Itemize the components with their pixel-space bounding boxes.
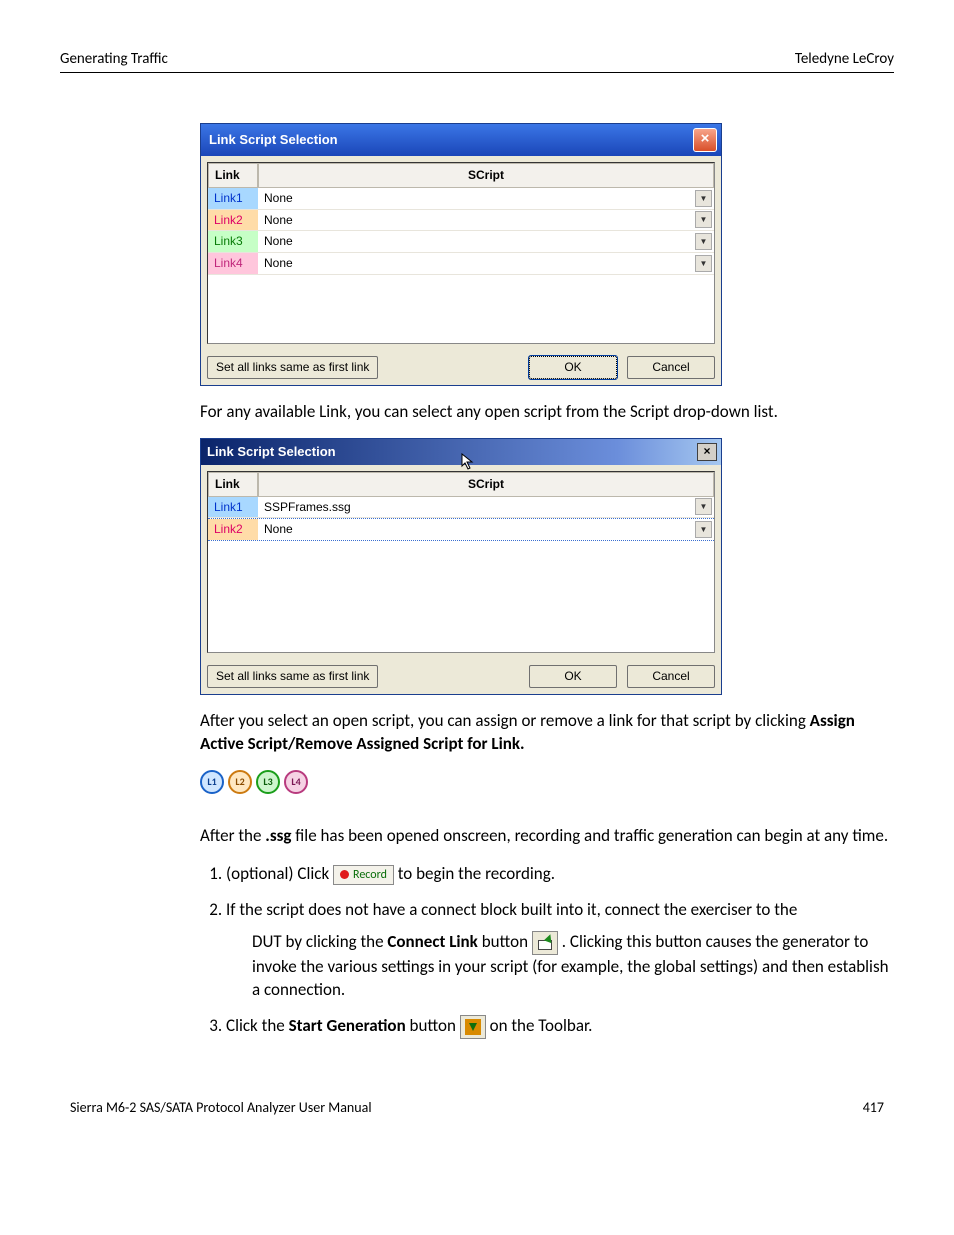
script-value: None <box>264 521 293 538</box>
start-generation-button[interactable] <box>460 1015 486 1039</box>
grid-row: Link1 SSPFrames.ssg ▼ <box>208 497 714 519</box>
dialog-titlebar[interactable]: Link Script Selection × <box>201 439 721 465</box>
steps-list: (optional) Click Record to begin the rec… <box>200 862 894 1039</box>
col-link: Link <box>208 163 258 188</box>
link1-badge-icon[interactable]: L1 <box>200 770 224 794</box>
set-all-links-button[interactable]: Set all links same as first link <box>207 665 378 688</box>
link-tag: Link1 <box>208 188 258 209</box>
link4-badge-icon[interactable]: L4 <box>284 770 308 794</box>
script-value: None <box>264 212 293 229</box>
grid-row: Link2 None ▼ <box>208 518 714 541</box>
dialog-button-row: Set all links same as first link OK Canc… <box>201 350 721 385</box>
link-script-grid: Link SCript Link1 None ▼ Link2 None <box>207 162 715 344</box>
footer-title: Sierra M6-2 SAS/SATA Protocol Analyzer U… <box>70 1099 372 1116</box>
link-tag: Link2 <box>208 210 258 231</box>
set-all-links-button[interactable]: Set all links same as first link <box>207 356 378 379</box>
chevron-down-icon[interactable]: ▼ <box>695 498 712 515</box>
dialog-button-row: Set all links same as first link OK Canc… <box>201 659 721 694</box>
col-script: SCript <box>258 163 714 188</box>
grid-header: Link SCript <box>208 163 714 188</box>
script-value: None <box>264 255 293 272</box>
chevron-down-icon[interactable]: ▼ <box>695 233 712 250</box>
close-icon[interactable]: × <box>693 128 717 152</box>
grid-row: Link4 None ▼ <box>208 253 714 275</box>
start-generation-icon <box>465 1019 481 1035</box>
dialog-title: Link Script Selection <box>209 131 338 149</box>
step-1: (optional) Click Record to begin the rec… <box>226 862 894 886</box>
body-text: After the .ssg file has been opened onsc… <box>200 824 894 848</box>
script-dropdown[interactable]: None ▼ <box>258 188 714 209</box>
script-dropdown[interactable]: None ▼ <box>258 253 714 274</box>
script-dropdown[interactable]: None ▼ <box>258 210 714 231</box>
step-2: If the script does not have a connect bl… <box>226 898 894 1002</box>
page-number: 417 <box>863 1099 884 1116</box>
body-text: For any available Link, you can select a… <box>200 400 894 424</box>
col-script: SCript <box>258 472 714 497</box>
script-value: None <box>264 233 293 250</box>
link3-badge-icon[interactable]: L3 <box>256 770 280 794</box>
grid-row: Link3 None ▼ <box>208 231 714 253</box>
cursor-icon <box>461 453 475 471</box>
link-tag: Link3 <box>208 231 258 252</box>
record-label: Record <box>353 867 387 884</box>
close-icon[interactable]: × <box>697 443 717 461</box>
link-script-selection-dialog-2: Link Script Selection × Link SCript Link… <box>200 438 722 695</box>
link-tag: Link2 <box>208 519 258 540</box>
ok-button[interactable]: OK <box>529 356 617 379</box>
link-script-selection-dialog-1: Link Script Selection × Link SCript Link… <box>200 123 722 386</box>
record-icon <box>340 870 349 879</box>
connect-link-icon <box>537 936 553 950</box>
connect-link-button[interactable] <box>532 931 558 955</box>
header-left: Generating Traffic <box>60 50 168 68</box>
grid-row: Link1 None ▼ <box>208 188 714 210</box>
grid-header: Link SCript <box>208 472 714 497</box>
ok-button[interactable]: OK <box>529 665 617 688</box>
script-dropdown[interactable]: None ▼ <box>258 519 714 540</box>
script-dropdown[interactable]: None ▼ <box>258 231 714 252</box>
record-button[interactable]: Record <box>333 865 394 886</box>
chevron-down-icon[interactable]: ▼ <box>695 521 712 538</box>
chevron-down-icon[interactable]: ▼ <box>695 255 712 272</box>
col-link: Link <box>208 472 258 497</box>
script-value: SSPFrames.ssg <box>264 499 351 516</box>
link-script-grid: Link SCript Link1 SSPFrames.ssg ▼ Link2 <box>207 471 715 653</box>
dialog-title: Link Script Selection <box>207 443 336 461</box>
cancel-button[interactable]: Cancel <box>627 356 715 379</box>
link2-badge-icon[interactable]: L2 <box>228 770 252 794</box>
page-header: Generating Traffic Teledyne LeCroy <box>60 50 894 73</box>
header-right: Teledyne LeCroy <box>795 50 894 68</box>
link-assignment-badges: L1 L2 L3 L4 <box>200 770 894 794</box>
step-3: Click the Start Generation button on the… <box>226 1014 894 1039</box>
body-text: After you select an open script, you can… <box>200 709 894 757</box>
dialog-titlebar[interactable]: Link Script Selection × <box>201 124 721 156</box>
page-footer: Sierra M6-2 SAS/SATA Protocol Analyzer U… <box>60 1099 894 1116</box>
link-tag: Link1 <box>208 497 258 518</box>
chevron-down-icon[interactable]: ▼ <box>695 190 712 207</box>
script-dropdown[interactable]: SSPFrames.ssg ▼ <box>258 497 714 518</box>
script-value: None <box>264 190 293 207</box>
cancel-button[interactable]: Cancel <box>627 665 715 688</box>
grid-row: Link2 None ▼ <box>208 210 714 232</box>
chevron-down-icon[interactable]: ▼ <box>695 211 712 228</box>
link-tag: Link4 <box>208 253 258 274</box>
